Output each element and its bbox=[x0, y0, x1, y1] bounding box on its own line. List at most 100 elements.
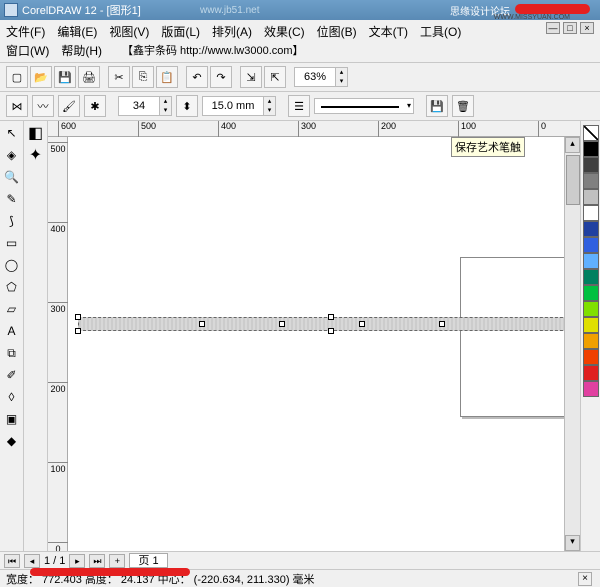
vertical-ruler[interactable]: 5004003002001000 bbox=[48, 137, 68, 551]
text-tool[interactable]: A bbox=[2, 321, 22, 341]
menu-file[interactable]: 文件(F) bbox=[6, 23, 45, 40]
canvas-area: 6005004003002001000 5004003002001000 保存艺… bbox=[48, 121, 580, 551]
brush-button[interactable]: 🖌 bbox=[58, 95, 80, 117]
preset-stroke-button[interactable]: 〰 bbox=[32, 95, 54, 117]
selection-handle[interactable] bbox=[328, 314, 334, 320]
selection-handle[interactable] bbox=[328, 328, 334, 334]
last-page-button[interactable]: ⏭ bbox=[89, 554, 105, 568]
save-button[interactable]: 💾 bbox=[54, 66, 76, 88]
zoom-input[interactable] bbox=[295, 71, 335, 83]
zoom-tool[interactable]: 🔍 bbox=[2, 167, 22, 187]
menu-effects[interactable]: 效果(C) bbox=[264, 23, 305, 40]
stroke-list-button[interactable]: ☰ bbox=[288, 95, 310, 117]
shape-tool[interactable]: ◈ bbox=[2, 145, 22, 165]
sprayer-button[interactable]: ✱ bbox=[84, 95, 106, 117]
color-swatch[interactable] bbox=[583, 269, 599, 285]
toolbox: ↖ ◈ 🔍 ✎ ⟆ ▭ ◯ ⬠ ▱ A ⧉ ✐ ◊ ▣ ◆ bbox=[0, 121, 24, 551]
menu-text[interactable]: 文本(T) bbox=[369, 23, 408, 40]
color-swatch[interactable] bbox=[583, 365, 599, 381]
selected-object[interactable] bbox=[78, 317, 578, 331]
color-swatch[interactable] bbox=[583, 333, 599, 349]
smart-draw-tool[interactable]: ⟆ bbox=[2, 211, 22, 231]
cut-button[interactable]: ✂ bbox=[108, 66, 130, 88]
menu-extra-link[interactable]: 【鑫宇条码 http://www.lw3000.com】 bbox=[122, 42, 304, 59]
color-swatch[interactable] bbox=[583, 173, 599, 189]
secondary-toolbox: ◧ ✦ bbox=[24, 121, 48, 551]
menu-window[interactable]: 窗口(W) bbox=[6, 42, 49, 59]
drawing-canvas[interactable]: 保存艺术笔触 bbox=[68, 137, 580, 551]
selection-handle[interactable] bbox=[199, 321, 205, 327]
polygon-tool[interactable]: ⬠ bbox=[2, 277, 22, 297]
zoom-combo[interactable]: ▴▾ bbox=[294, 67, 348, 87]
first-page-button[interactable]: ⏮ bbox=[4, 554, 20, 568]
color-swatch[interactable] bbox=[583, 157, 599, 173]
redo-button[interactable]: ↷ bbox=[210, 66, 232, 88]
annotation-scribble bbox=[30, 568, 190, 576]
copy-button[interactable]: ⎘ bbox=[132, 66, 154, 88]
menu-arrange[interactable]: 排列(A) bbox=[212, 23, 252, 40]
ellipse-tool[interactable]: ◯ bbox=[2, 255, 22, 275]
window-close-button[interactable]: × bbox=[580, 22, 594, 34]
scroll-down-button[interactable]: ▾ bbox=[565, 535, 580, 551]
interactive-fill-tool[interactable]: ◆ bbox=[2, 431, 22, 451]
scroll-thumb[interactable] bbox=[566, 155, 580, 205]
stroke-preview-dropdown[interactable]: ▾ bbox=[314, 98, 414, 114]
blend-tool[interactable]: ⧉ bbox=[2, 343, 22, 363]
basic-shapes-tool[interactable]: ▱ bbox=[2, 299, 22, 319]
color-swatch[interactable] bbox=[583, 253, 599, 269]
color-swatch[interactable] bbox=[583, 381, 599, 397]
color-swatch[interactable] bbox=[583, 141, 599, 157]
delete-stroke-button[interactable]: 🗑 bbox=[452, 95, 474, 117]
scroll-up-button[interactable]: ▴ bbox=[565, 137, 580, 153]
rectangle-tool[interactable]: ▭ bbox=[2, 233, 22, 253]
outline-tool[interactable]: ◊ bbox=[2, 387, 22, 407]
smoothing-input[interactable] bbox=[119, 100, 159, 112]
color-swatch[interactable] bbox=[583, 205, 599, 221]
paste-button[interactable]: 📋 bbox=[156, 66, 178, 88]
freehand-tool[interactable]: ✎ bbox=[2, 189, 22, 209]
aux-tool-2[interactable]: ✦ bbox=[29, 145, 42, 165]
stroke-width-spin[interactable]: ▴▾ bbox=[202, 96, 276, 116]
color-swatch[interactable] bbox=[583, 189, 599, 205]
window-minimize-button[interactable]: — bbox=[546, 22, 560, 34]
add-page-button[interactable]: + bbox=[109, 554, 125, 568]
menu-edit[interactable]: 编辑(E) bbox=[57, 23, 97, 40]
import-button[interactable]: ⇲ bbox=[240, 66, 262, 88]
open-button[interactable]: 📂 bbox=[30, 66, 52, 88]
prev-page-button[interactable]: ◂ bbox=[24, 554, 40, 568]
selection-handle[interactable] bbox=[439, 321, 445, 327]
new-button[interactable]: ▢ bbox=[6, 66, 28, 88]
vertical-scrollbar[interactable]: ▴ ▾ bbox=[564, 137, 580, 551]
no-fill-swatch[interactable] bbox=[583, 125, 599, 141]
menu-view[interactable]: 视图(V) bbox=[109, 23, 149, 40]
selection-handle[interactable] bbox=[75, 314, 81, 320]
selection-handle[interactable] bbox=[279, 321, 285, 327]
color-swatch[interactable] bbox=[583, 221, 599, 237]
color-swatch[interactable] bbox=[583, 349, 599, 365]
fill-tool[interactable]: ▣ bbox=[2, 409, 22, 429]
selection-handle[interactable] bbox=[75, 328, 81, 334]
smoothing-spin[interactable]: ▴▾ bbox=[118, 96, 172, 116]
color-swatch[interactable] bbox=[583, 237, 599, 253]
print-button[interactable]: 🖨 bbox=[78, 66, 100, 88]
undo-button[interactable]: ↶ bbox=[186, 66, 208, 88]
menu-bitmaps[interactable]: 位图(B) bbox=[317, 23, 357, 40]
menu-help[interactable]: 帮助(H) bbox=[61, 42, 102, 59]
eyedropper-tool[interactable]: ✐ bbox=[2, 365, 22, 385]
page-tab[interactable]: 页 1 bbox=[129, 553, 167, 568]
color-swatch[interactable] bbox=[583, 285, 599, 301]
color-swatch[interactable] bbox=[583, 317, 599, 333]
menu-layout[interactable]: 版面(L) bbox=[161, 23, 200, 40]
stroke-width-input[interactable] bbox=[203, 100, 263, 112]
window-maximize-button[interactable]: □ bbox=[563, 22, 577, 34]
export-button[interactable]: ⇱ bbox=[264, 66, 286, 88]
aux-tool-1[interactable]: ◧ bbox=[28, 123, 43, 143]
pick-tool[interactable]: ↖ bbox=[2, 123, 22, 143]
menu-tools[interactable]: 工具(O) bbox=[420, 23, 461, 40]
status-close-button[interactable]: × bbox=[578, 572, 592, 586]
next-page-button[interactable]: ▸ bbox=[69, 554, 85, 568]
horizontal-ruler[interactable]: 6005004003002001000 bbox=[48, 121, 580, 137]
color-swatch[interactable] bbox=[583, 301, 599, 317]
selection-handle[interactable] bbox=[359, 321, 365, 327]
save-stroke-button[interactable]: 💾 bbox=[426, 95, 448, 117]
